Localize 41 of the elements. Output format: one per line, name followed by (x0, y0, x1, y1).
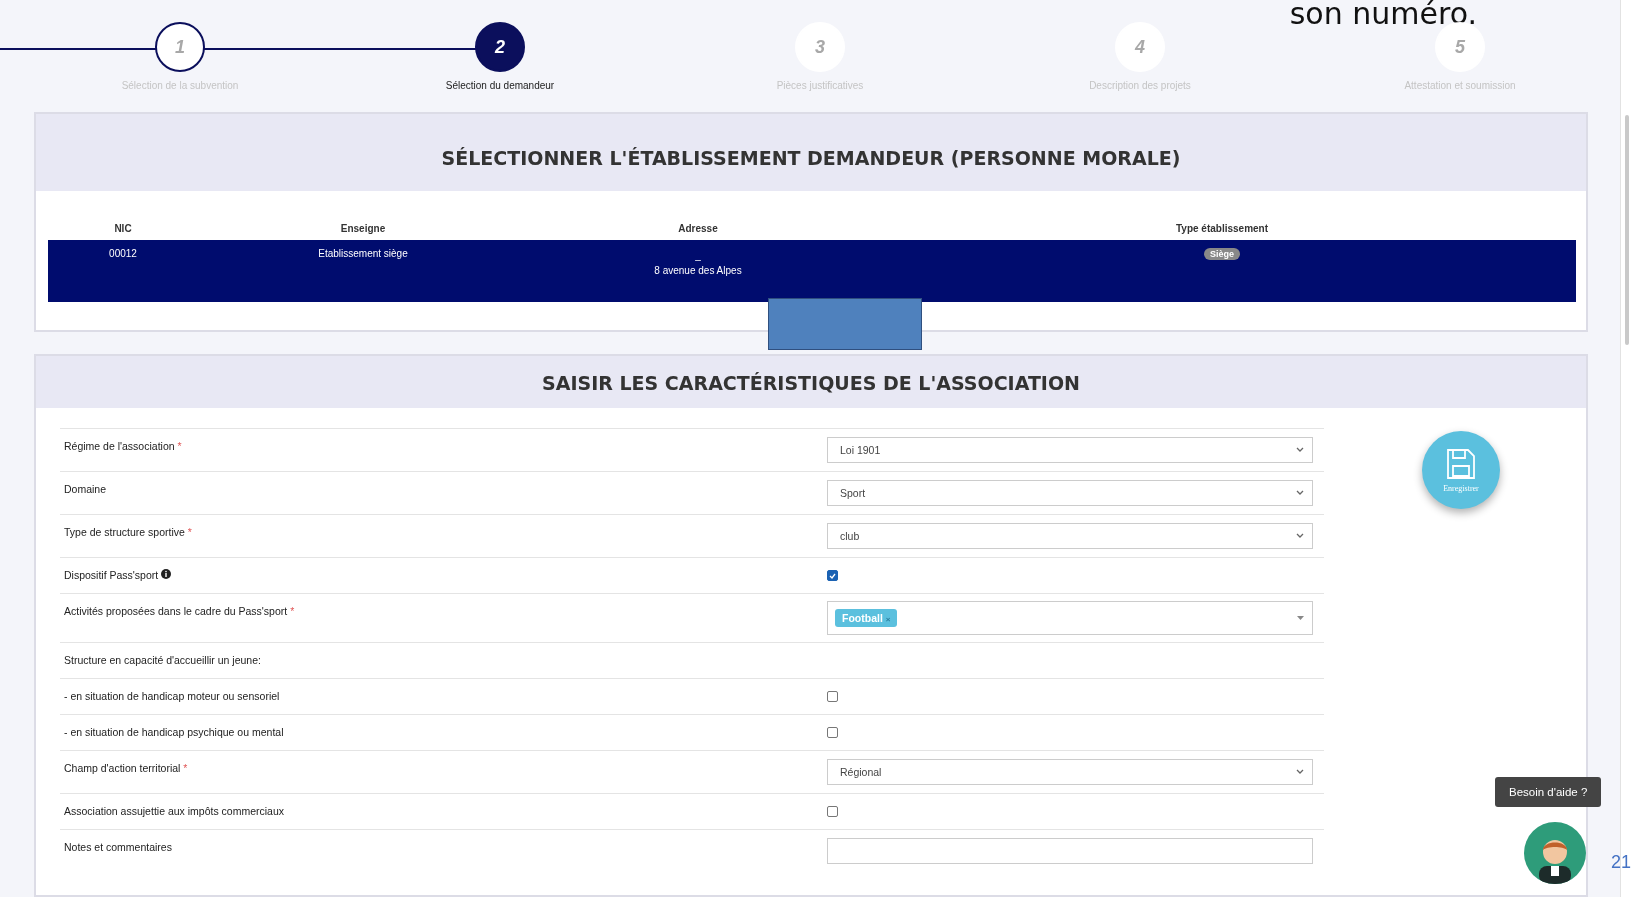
field-label: Champ d'action territorial * (63, 761, 189, 776)
column-header: Enseigne (339, 223, 387, 234)
table-cell-text: 00012 (108, 247, 138, 261)
checkbox[interactable] (827, 691, 838, 702)
address-line: 8 avenue des Alpes (654, 264, 742, 278)
field-label: Régime de l'association * (63, 439, 183, 454)
table-cell-text: Etablissement siège (317, 247, 409, 261)
field-label: Dispositif Pass'sport (60, 558, 827, 593)
type-badge: Siège (1204, 248, 1240, 260)
column-header: Type établissement (1174, 223, 1270, 234)
select-field[interactable]: club (827, 523, 1313, 549)
field-label: Activités proposées dans le cadre du Pass'sport * (63, 604, 296, 619)
field-label: Notes et commentaires (63, 840, 173, 855)
column-header: NIC (113, 223, 133, 234)
select-field[interactable]: Sport (827, 480, 1313, 506)
field-label: - en situation de handicap psychique ou mental (63, 725, 285, 740)
slide-number: 21 (1611, 852, 1632, 873)
help-tooltip: Besoin d'aide ? (1495, 777, 1602, 807)
panel-title: SÉLECTIONNER L'ÉTABLISSEMENT DEMANDEUR (PERSONNE MORALE) (36, 114, 1586, 191)
field-label: Domaine (63, 482, 108, 497)
checkbox[interactable] (827, 570, 838, 581)
select-field[interactable]: Loi 1901 (827, 437, 1313, 463)
checkbox[interactable] (827, 806, 838, 817)
select-field[interactable]: Régional (827, 759, 1313, 785)
field-label: - en situation de handicap moteur ou sensoriel (63, 689, 281, 704)
checkbox[interactable] (827, 727, 838, 738)
panel-title: SAISIR LES CARACTÉRISTIQUES DE L'ASSOCIATION (36, 356, 1586, 408)
address-line: _ (695, 249, 701, 263)
input-field[interactable] (827, 838, 1313, 864)
chevron-down-icon (1296, 447, 1304, 453)
chevron-down-icon (1296, 769, 1304, 775)
field-label: Type de structure sportive * (63, 525, 193, 540)
table-row[interactable]: 00012 Etablissement siège _ 8 avenue des Alpes Siège (48, 240, 1576, 302)
field-label: Structure en capacité d'accueillir un jeune: (63, 653, 262, 668)
caret-down-icon (1297, 616, 1304, 620)
step-label: Sélection du demandeur (445, 80, 555, 91)
column-header: Adresse (677, 223, 719, 234)
step-circle[interactable]: 2 (475, 22, 525, 72)
chevron-down-icon (1296, 490, 1304, 496)
chevron-down-icon (1296, 533, 1304, 539)
field-label: Association assujettie aux impôts commerciaux (63, 804, 285, 819)
